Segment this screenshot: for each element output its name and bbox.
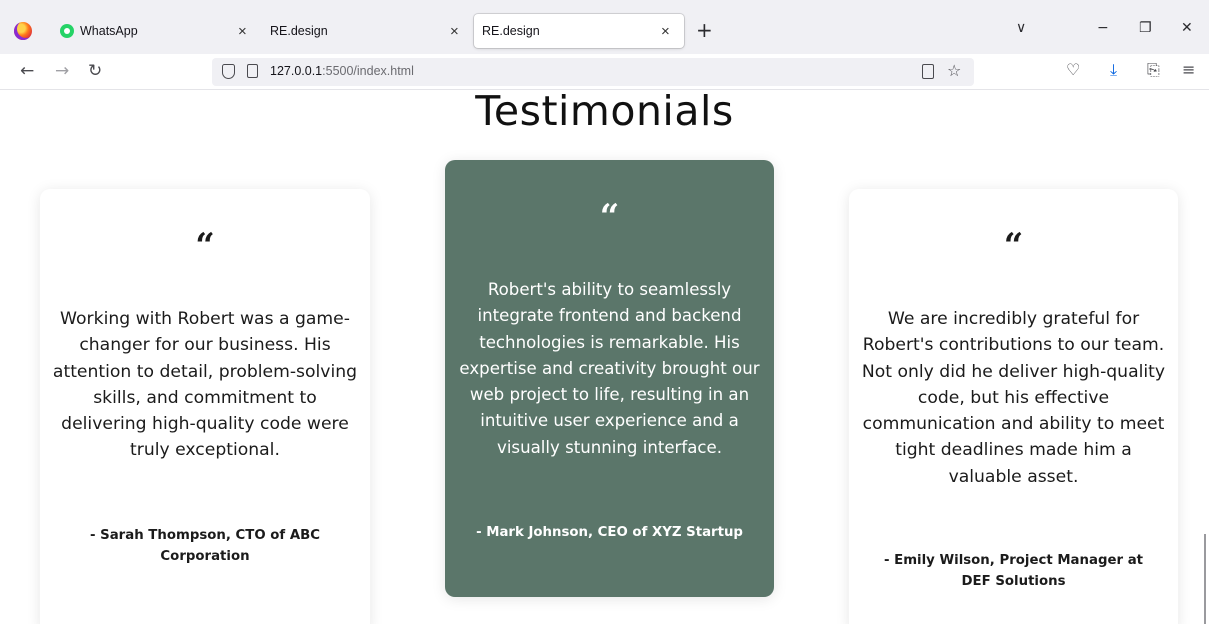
url-text[interactable]: 127.0.0.1:5500/index.html [270, 64, 414, 78]
minimize-icon[interactable]: − [1097, 20, 1109, 36]
tab-title: RE.design [270, 24, 328, 38]
page-title: Testimonials [475, 87, 734, 135]
tab-title: RE.design [482, 24, 540, 38]
back-icon[interactable]: ← [20, 61, 34, 81]
tracking-protection-icon[interactable] [222, 64, 235, 79]
tab-bar: WhatsApp × RE.design × RE.design × + ∨ −… [0, 0, 1209, 54]
testimonial-card: “ We are incredibly grateful for Robert'… [849, 189, 1178, 624]
scrollbar-thumb[interactable] [1204, 534, 1206, 624]
quote-icon: “ [195, 226, 215, 266]
close-window-icon[interactable]: ✕ [1181, 20, 1193, 36]
testimonial-text: We are incredibly grateful for Robert's … [861, 309, 1166, 487]
url-path: :5500/index.html [322, 64, 414, 78]
testimonial-card-highlighted: “ Robert's ability to seamlessly integra… [445, 160, 774, 597]
close-tab-icon[interactable]: × [238, 23, 247, 40]
bookmark-star-icon[interactable]: ☆ [947, 61, 961, 80]
app-menu-icon[interactable]: ≡ [1182, 60, 1195, 79]
testimonial-card: “ Working with Robert was a game-changer… [40, 189, 370, 624]
close-tab-icon[interactable]: × [661, 23, 670, 40]
tab-redesign-active[interactable]: RE.design × [474, 14, 684, 48]
page-info-icon[interactable] [247, 64, 258, 78]
tab-title: WhatsApp [80, 24, 138, 38]
new-tab-button[interactable]: + [696, 18, 713, 42]
testimonial-author: - Sarah Thompson, CTO of ABC Corporation [89, 528, 321, 564]
testimonial-text: Robert's ability to seamlessly integrate… [459, 280, 760, 457]
testimonial-author: - Emily Wilson, Project Manager at DEF S… [883, 553, 1144, 589]
extensions-icon[interactable]: ⎘ [1147, 60, 1160, 80]
firefox-menu-icon[interactable] [14, 22, 32, 40]
restore-icon[interactable]: ❐ [1139, 20, 1152, 36]
quote-icon: “ [599, 197, 620, 237]
downloads-icon[interactable]: ⤓ [1110, 60, 1117, 80]
address-bar[interactable]: 127.0.0.1:5500/index.html ☆ [212, 58, 974, 86]
url-host: 127.0.0.1 [270, 64, 323, 78]
pocket-icon[interactable]: ♡ [1066, 60, 1080, 79]
reader-view-icon[interactable] [922, 64, 934, 79]
forward-icon[interactable]: → [55, 61, 69, 81]
close-tab-icon[interactable]: × [450, 23, 459, 40]
tab-redesign-1[interactable]: RE.design × [270, 14, 470, 48]
quote-icon: “ [1003, 226, 1024, 266]
testimonial-author: - Mark Johnson, CEO of XYZ Startup [476, 525, 743, 540]
testimonial-text: Working with Robert was a game-changer f… [52, 309, 358, 461]
reload-icon[interactable]: ↻ [88, 61, 102, 81]
whatsapp-icon [60, 24, 74, 38]
list-all-tabs-icon[interactable]: ∨ [1016, 20, 1026, 36]
tab-whatsapp[interactable]: WhatsApp × [60, 14, 260, 48]
navigation-toolbar: ← → ↻ 127.0.0.1:5500/index.html ☆ ♡ ⤓ ⎘ … [0, 54, 1209, 90]
